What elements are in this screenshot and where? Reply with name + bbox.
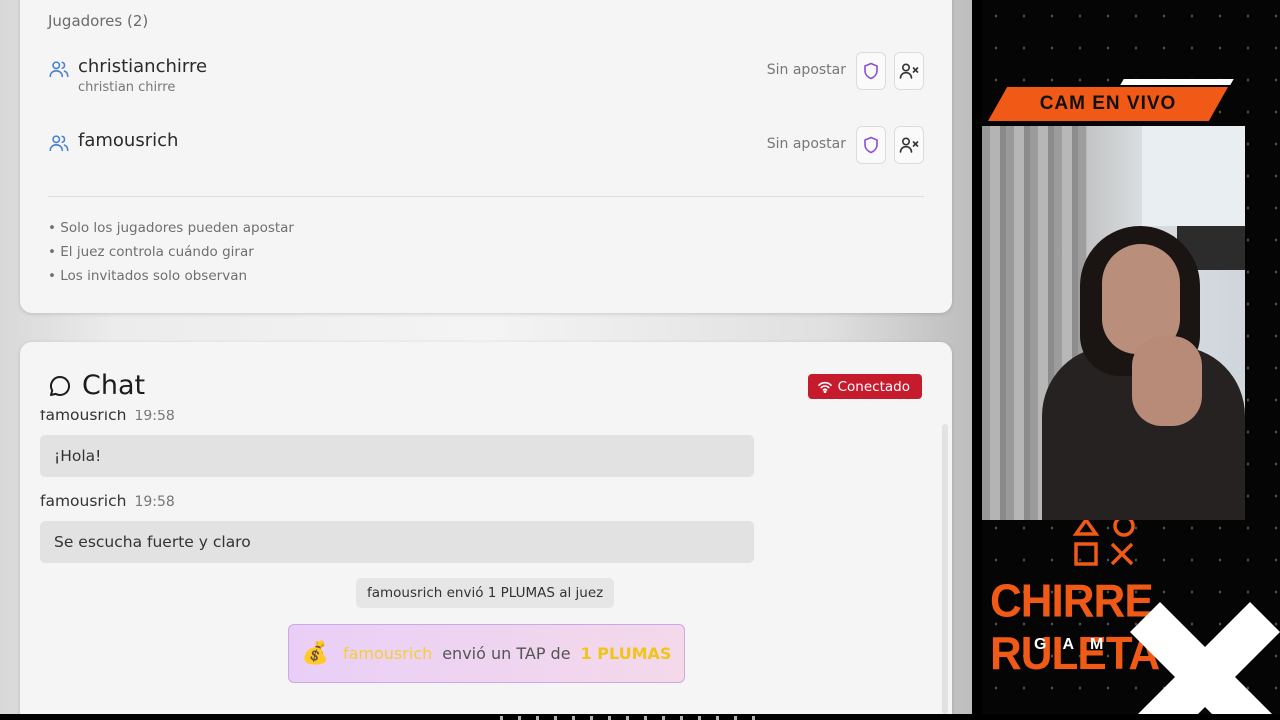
make-judge-button[interactable] [856, 52, 886, 90]
rule-item: • El juez controla cuándo girar [48, 244, 254, 260]
remove-player-button[interactable] [894, 52, 924, 90]
user-remove-icon [899, 137, 919, 153]
user-remove-icon [899, 63, 919, 79]
players-panel: Jugadores (2) christianchirre christian … [20, 0, 952, 313]
message-author: famousrich [40, 492, 127, 510]
webcam-person-hands [1132, 336, 1202, 426]
users-icon [49, 135, 69, 152]
chat-bubble-icon [50, 375, 71, 396]
player-username: christianchirre [78, 56, 208, 77]
message-meta: famousrich 19:58 [40, 410, 175, 424]
shield-icon [864, 62, 878, 80]
message-meta: famousrich 19:58 [40, 492, 175, 510]
player-row: christianchirre christian chirre Sin apo… [48, 52, 924, 102]
remove-player-button[interactable] [894, 126, 924, 164]
app-area: Jugadores (2) christianchirre christian … [0, 0, 972, 714]
rules-list: • Solo los jugadores pueden apostar • El… [48, 216, 294, 288]
tap-text: envió un TAP de [442, 644, 571, 663]
banner-accent [1120, 79, 1234, 85]
rule-item: • Solo los jugadores pueden apostar [48, 220, 294, 236]
game-shapes-logo [1072, 520, 1135, 566]
bottom-decor [500, 716, 760, 720]
system-notice: famousrich envió 1 PLUMAS al juez [356, 578, 615, 608]
tap-amount: 1 PLUMAS [580, 644, 672, 663]
stream-overlay: CAM EN VIVO CHIRRE RULETA GAM [982, 0, 1280, 720]
player-username: famousrich [78, 130, 179, 151]
chat-title: Chat [82, 370, 146, 401]
tap-notification: 💰 famousrich envió un TAP de 1 PLUMAS [288, 624, 685, 683]
message-time: 19:58 [134, 410, 175, 424]
make-judge-button[interactable] [856, 126, 886, 164]
chat-header: Chat [48, 370, 145, 401]
rule-item: • Los invitados solo observan [48, 268, 248, 284]
message-bubble: Se escucha fuerte y claro [40, 521, 754, 563]
player-bet-status: Sin apostar [766, 136, 846, 152]
divider [48, 196, 924, 197]
chat-scrollbar[interactable] [942, 424, 948, 714]
player-display-name: christian chirre [78, 80, 176, 95]
player-bet-status: Sin apostar [766, 62, 846, 78]
shield-icon [864, 136, 878, 154]
money-bag-icon: 💰 [301, 641, 329, 666]
wifi-icon [817, 381, 832, 393]
cam-label: CAM EN VIVO [988, 87, 1228, 121]
tap-username: famousrich [342, 644, 433, 663]
x-shape-icon [1130, 602, 1280, 720]
webcam-window [1142, 126, 1245, 226]
brand-subtitle: GAM [1034, 636, 1120, 653]
message-time: 19:58 [134, 494, 175, 510]
chat-messages[interactable]: famousrich 19:58 ¡Hola! famousrich 19:58 S… [20, 410, 952, 714]
message-bubble: ¡Hola! [40, 435, 754, 477]
webcam-feed [982, 126, 1245, 520]
chat-panel: Chat Conectado famousrich 19:58 ¡Hola! fa… [20, 342, 952, 714]
message-author: famousrich [40, 410, 127, 424]
players-heading: Jugadores (2) [48, 12, 149, 30]
connection-status-label: Conectado [837, 378, 910, 395]
player-row: famousrich Sin apostar [48, 126, 924, 176]
connection-status-badge: Conectado [807, 374, 922, 399]
users-icon [49, 61, 69, 78]
